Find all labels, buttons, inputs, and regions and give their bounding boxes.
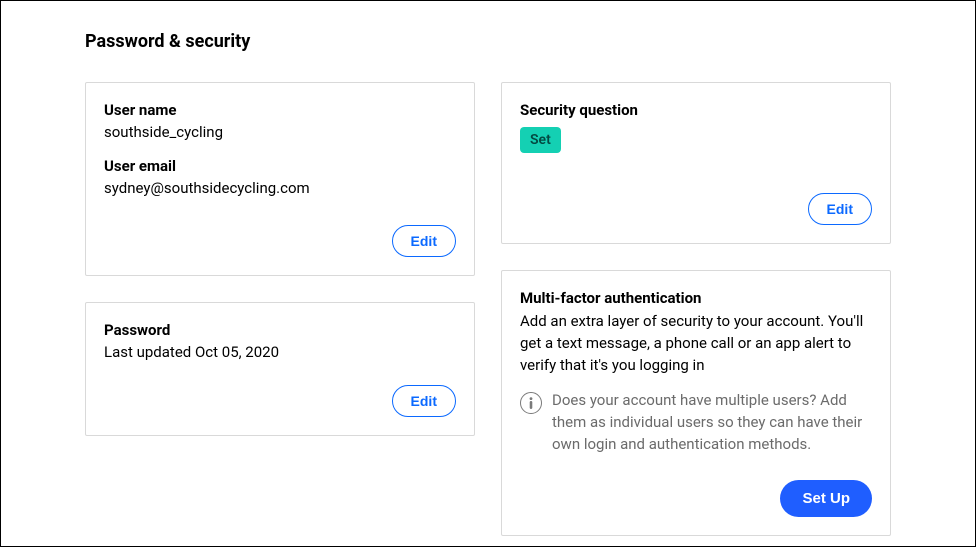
mfa-info-row: Does your account have multiple users? A… [520,390,872,461]
username-label: User name [104,101,456,119]
edit-password-button[interactable]: Edit [392,385,456,417]
password-card: Password Last updated Oct 05, 2020 Edit [85,302,475,436]
email-value: sydney@southsidecycling.com [104,179,456,197]
user-card: User name southside_cycling User email s… [85,82,475,276]
setup-mfa-button[interactable]: Set Up [780,480,872,517]
cards-grid: User name southside_cycling User email s… [85,82,891,536]
security-question-card: Security question Set Edit [501,82,891,244]
mfa-info-text: Does your account have multiple users? A… [552,390,872,455]
info-icon [520,392,542,414]
email-label: User email [104,157,456,175]
mfa-card: Multi-factor authentication Add an extra… [501,270,891,536]
security-question-label: Security question [520,101,872,119]
mfa-label: Multi-factor authentication [520,289,872,307]
username-value: southside_cycling [104,123,456,141]
password-value: Last updated Oct 05, 2020 [104,343,456,361]
edit-security-question-button[interactable]: Edit [808,193,872,225]
right-column: Security question Set Edit Multi-factor … [501,82,891,536]
mfa-description: Add an extra layer of security to your a… [520,311,872,376]
password-label: Password [104,321,456,339]
page-title: Password & security [85,31,891,52]
security-question-status-badge: Set [520,127,561,153]
edit-user-button[interactable]: Edit [392,225,456,257]
left-column: User name southside_cycling User email s… [85,82,475,436]
